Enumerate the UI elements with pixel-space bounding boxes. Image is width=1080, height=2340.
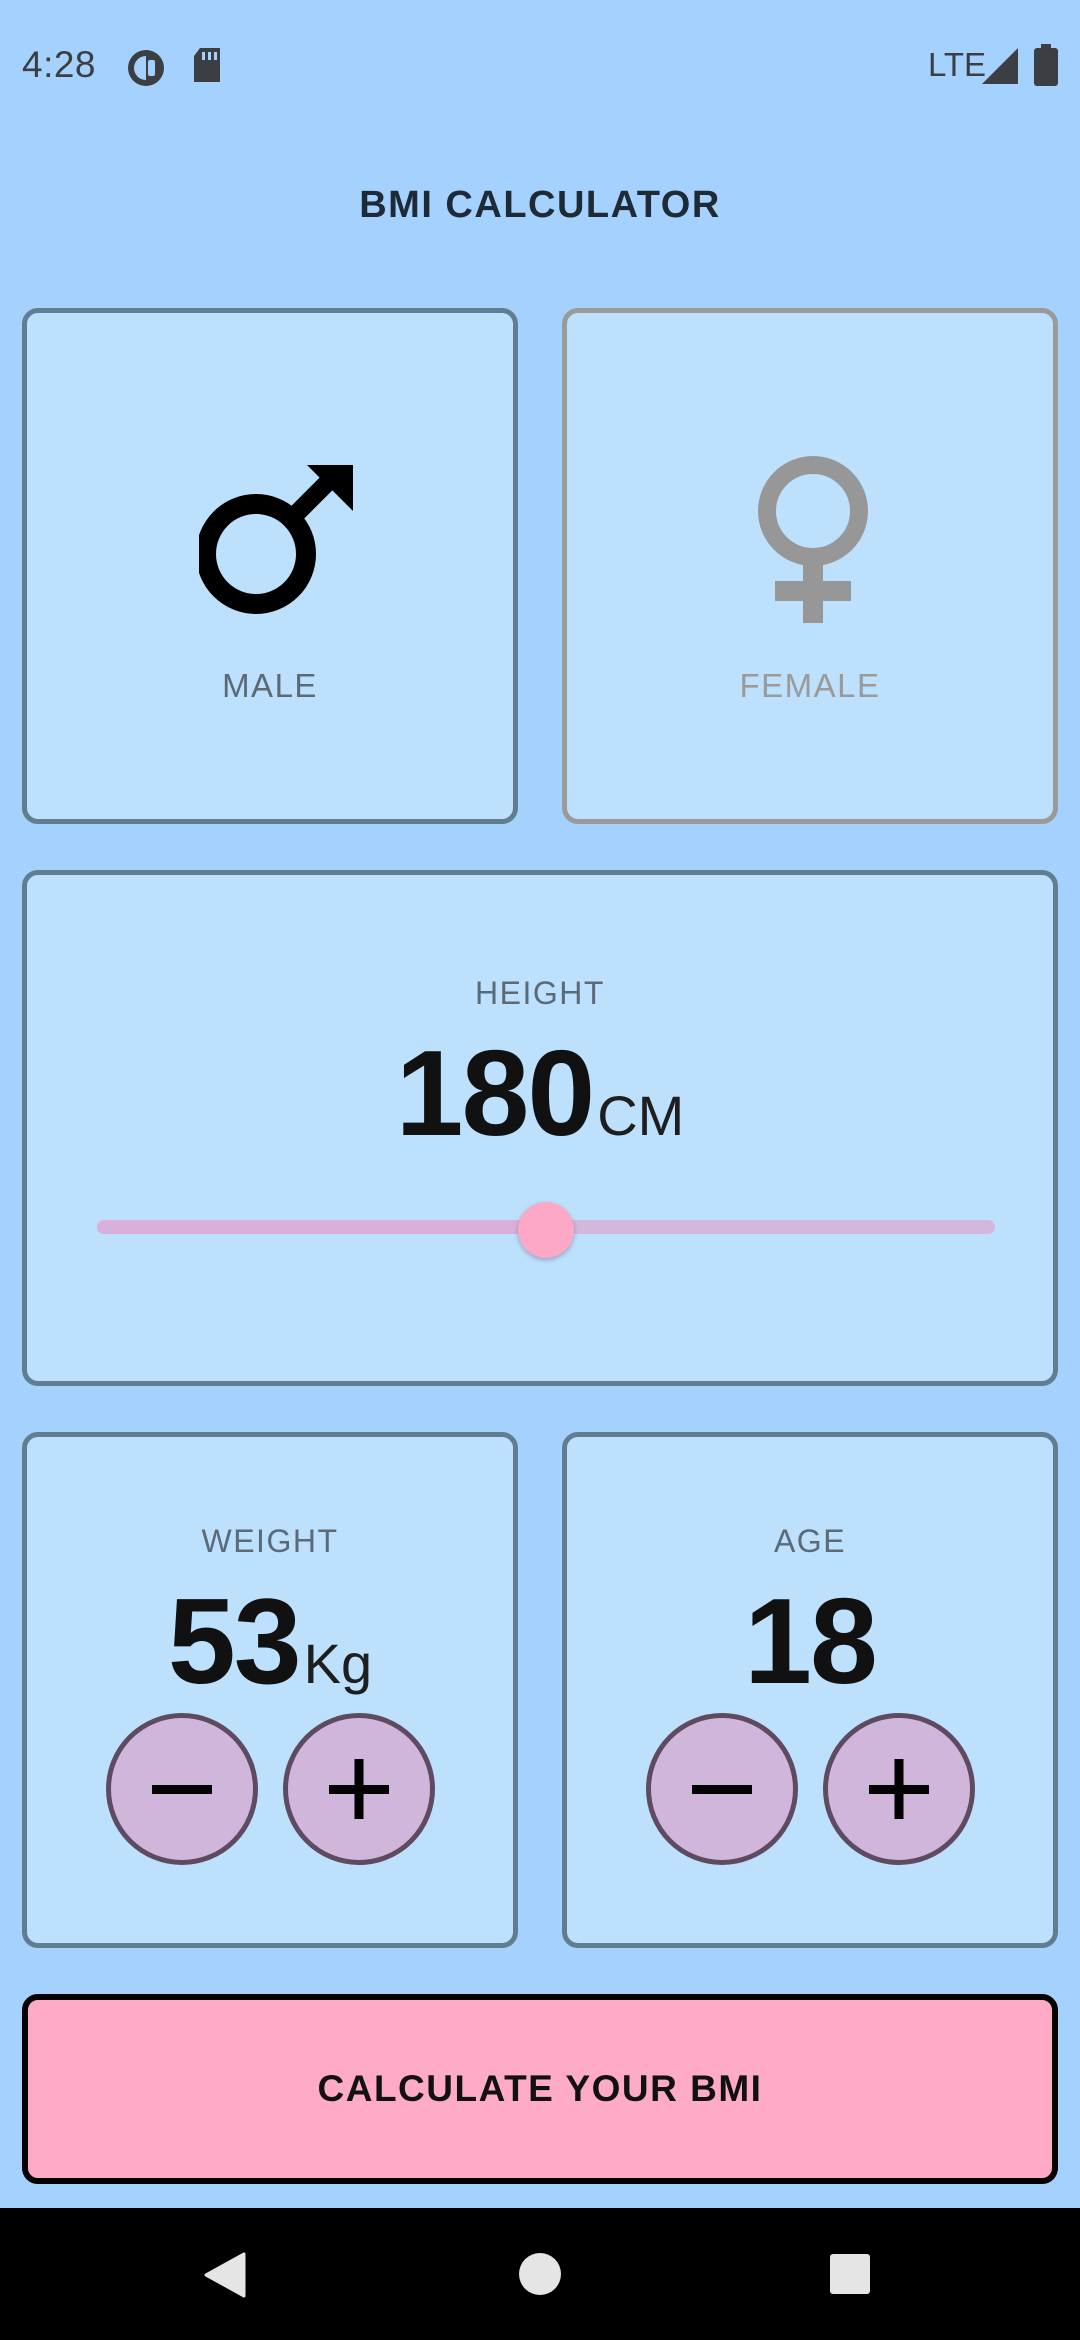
height-display: 180CM [27, 1023, 1053, 1163]
network-type: LTE [928, 46, 987, 83]
weight-value: 53 [167, 1573, 302, 1709]
calculate-label: CALCULATE YOUR BMI [317, 2068, 763, 2109]
navigation-bar [0, 2208, 1080, 2340]
height-slider-thumb[interactable] [518, 1202, 574, 1258]
signal-icon [982, 48, 1018, 89]
weight-card: WEIGHT 53Kg [22, 1432, 518, 1948]
home-icon[interactable] [518, 2252, 562, 2301]
weight-display: 53Kg [27, 1571, 513, 1711]
back-icon[interactable] [204, 2252, 246, 2303]
weight-increment-button[interactable] [283, 1713, 435, 1865]
age-label: AGE [773, 1523, 847, 1559]
height-slider-active [97, 1220, 546, 1234]
media-icon [126, 48, 166, 93]
male-card[interactable]: MALE [22, 308, 518, 824]
female-symbol-icon [753, 451, 873, 636]
male-label: MALE [222, 667, 318, 704]
age-value: 18 [744, 1573, 878, 1709]
battery-icon [1034, 44, 1058, 91]
weight-unit: Kg [303, 1632, 373, 1695]
female-card[interactable]: FEMALE [562, 308, 1058, 824]
minus-icon [152, 1785, 212, 1794]
app-title: BMI CALCULATOR [359, 184, 721, 226]
female-label: FEMALE [739, 667, 881, 704]
male-symbol-icon [196, 459, 359, 624]
height-value: 180 [395, 1025, 596, 1161]
weight-decrement-button[interactable] [106, 1713, 258, 1865]
age-card: AGE 18 [562, 1432, 1058, 1948]
height-card: HEIGHT 180CM [22, 870, 1058, 1386]
status-time: 4:28 [22, 44, 97, 85]
plus-icon [869, 1759, 929, 1819]
sd-card-icon [192, 48, 222, 89]
age-increment-button[interactable] [823, 1713, 975, 1865]
plus-icon [329, 1759, 389, 1819]
height-label: HEIGHT [475, 975, 605, 1011]
recents-icon[interactable] [829, 2253, 871, 2300]
status-bar: 4:28 LTE [0, 0, 1080, 132]
minus-icon [692, 1785, 752, 1794]
age-decrement-button[interactable] [646, 1713, 798, 1865]
calculate-button[interactable]: CALCULATE YOUR BMI [22, 1994, 1058, 2184]
weight-label: WEIGHT [201, 1523, 339, 1559]
height-unit: CM [597, 1084, 685, 1147]
age-display: 18 [567, 1571, 1053, 1711]
